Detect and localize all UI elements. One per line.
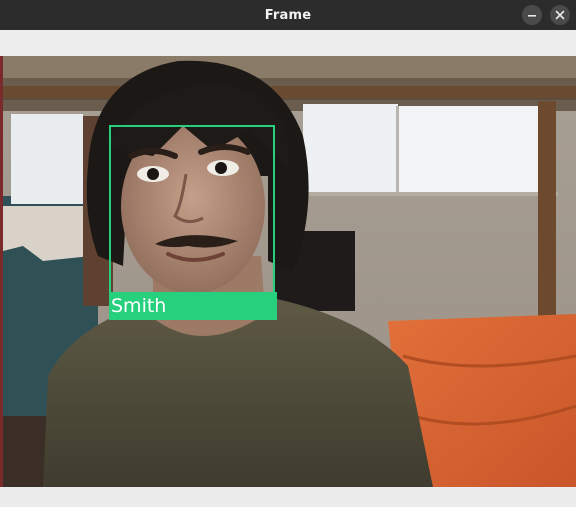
face-label-text: Smith bbox=[111, 294, 167, 317]
title-bar[interactable]: Frame bbox=[0, 0, 576, 30]
minimize-icon bbox=[528, 15, 536, 17]
bottom-area bbox=[0, 487, 576, 507]
toolbar-area bbox=[0, 30, 576, 57]
close-button[interactable] bbox=[550, 5, 570, 25]
frame-window: Frame Smith bbox=[0, 0, 576, 507]
face-detection-box bbox=[109, 125, 275, 318]
minimize-button[interactable] bbox=[522, 5, 542, 25]
window-title: Frame bbox=[264, 7, 312, 23]
face-label: Smith bbox=[109, 292, 277, 320]
close-icon bbox=[555, 10, 565, 20]
camera-image bbox=[3, 56, 576, 487]
camera-frame bbox=[3, 56, 576, 487]
